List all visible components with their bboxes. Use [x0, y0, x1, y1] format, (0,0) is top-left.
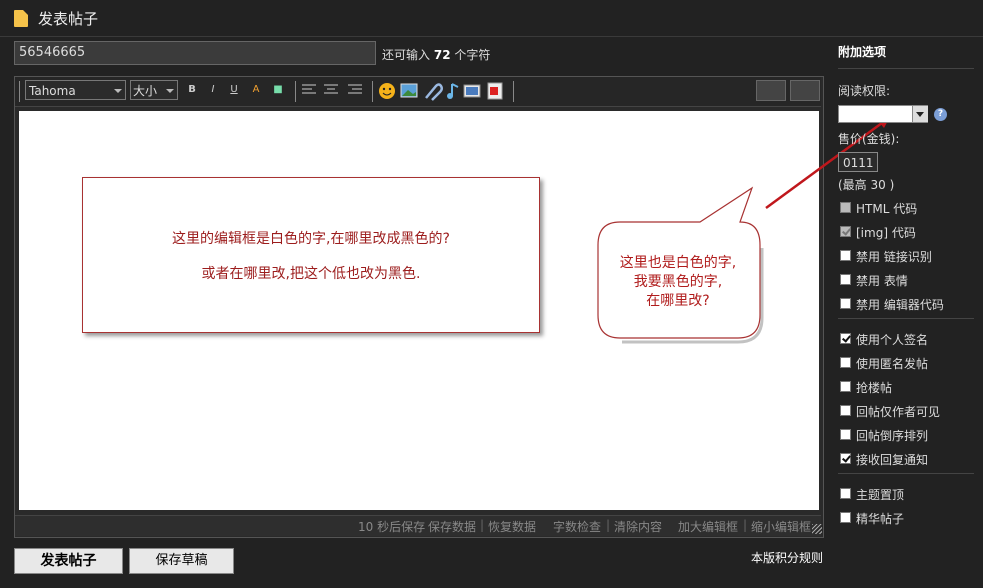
- option-label: 精华帖子: [856, 512, 905, 526]
- char-count-hint: 还可输入 72 个字符: [382, 46, 490, 63]
- option-checkbox[interactable]: [840, 298, 851, 309]
- option-checkbox[interactable]: [840, 250, 851, 261]
- font-color-button[interactable]: A: [248, 82, 264, 98]
- enlarge-editor-link[interactable]: 加大编辑框: [678, 518, 738, 535]
- sidebar-divider: [838, 318, 974, 319]
- flash-icon: [487, 82, 503, 100]
- document-icon: [14, 10, 28, 27]
- char-hint-prefix: 还可输入: [382, 48, 431, 62]
- align-center-icon: [324, 84, 338, 94]
- align-right-icon: [348, 84, 362, 94]
- word-count-link[interactable]: 字数检查: [553, 518, 601, 535]
- option-label: 使用个人签名: [856, 333, 929, 347]
- speech-bubble-line: 在哪里改?: [646, 293, 710, 309]
- option-checkbox[interactable]: [840, 453, 851, 464]
- price-input[interactable]: 0111: [838, 152, 878, 172]
- option-label: HTML 代码: [856, 202, 918, 216]
- status-separator: |: [743, 518, 748, 532]
- font-size-select[interactable]: 大小: [130, 80, 178, 100]
- autosave-timer: 10 秒后保存: [358, 520, 426, 534]
- option-checkbox[interactable]: [840, 274, 851, 285]
- annotation-note-line: 这里的编辑框是白色的字,在哪里改成黑色的?: [172, 231, 450, 247]
- option-label: 回帖仅作者可见: [856, 405, 941, 419]
- price-max-hint: (最高 30 ): [838, 178, 895, 192]
- resize-handle-icon[interactable]: [812, 524, 822, 534]
- music-icon: [447, 83, 459, 99]
- font-family-value: Tahoma: [29, 84, 76, 98]
- option-checkbox[interactable]: [840, 333, 851, 344]
- subject-input[interactable]: 56546665: [14, 41, 376, 65]
- restore-data-link[interactable]: 恢复数据: [488, 518, 536, 535]
- image-icon: [400, 83, 418, 98]
- video-icon: [463, 84, 481, 98]
- header-bar: [0, 0, 983, 37]
- toolbar-separator: [295, 81, 296, 102]
- font-family-select[interactable]: Tahoma: [25, 80, 126, 100]
- speech-bubble-line: 我要黑色的字,: [633, 274, 723, 290]
- toolbar-fullscreen-button[interactable]: [790, 80, 820, 101]
- option-label: 主题置顶: [856, 488, 905, 502]
- option-label: 回帖倒序排列: [856, 429, 929, 443]
- toolbar-mode-button[interactable]: [756, 80, 786, 101]
- shrink-editor-link[interactable]: 缩小编辑框: [751, 518, 811, 535]
- option-checkbox[interactable]: [840, 405, 851, 416]
- option-label: 禁用 编辑器代码: [856, 298, 944, 312]
- chevron-down-icon: [114, 89, 122, 93]
- price-label: 售价(金钱):: [838, 132, 900, 146]
- sidebar-title: 附加选项: [838, 45, 887, 59]
- char-hint-suffix: 个字符: [454, 48, 491, 62]
- italic-button[interactable]: I: [205, 82, 221, 98]
- chevron-down-icon[interactable]: [912, 106, 928, 122]
- font-size-value: 大小: [133, 84, 158, 98]
- status-separator: |: [606, 518, 611, 532]
- underline-button[interactable]: U: [226, 82, 242, 98]
- toolbar-separator: [19, 81, 20, 102]
- toolbar-separator: [372, 81, 373, 102]
- submit-post-button[interactable]: 发表帖子: [14, 548, 123, 574]
- read-permission-label: 阅读权限:: [838, 84, 891, 98]
- save-data-link[interactable]: 保存数据: [428, 518, 476, 535]
- option-label: 使用匿名发帖: [856, 357, 929, 371]
- annotation-note: 这里的编辑框是白色的字,在哪里改成黑色的? 或者在哪里改,把这个低也改为黑色.: [82, 177, 540, 333]
- clear-content-link[interactable]: 清除内容: [614, 518, 662, 535]
- chevron-down-icon: [166, 89, 174, 93]
- bold-button[interactable]: B: [184, 82, 200, 98]
- sidebar-divider: [838, 68, 974, 69]
- smiley-icon: [379, 83, 395, 99]
- page-title: 发表帖子: [38, 10, 99, 28]
- speech-bubble-line: 这里也是白色的字,: [619, 255, 737, 271]
- save-draft-button[interactable]: 保存草稿: [129, 548, 234, 574]
- annotation-note-line: 或者在哪里改,把这个低也改为黑色.: [201, 266, 421, 282]
- option-checkbox[interactable]: [840, 381, 851, 392]
- background-color-button[interactable]: ■: [270, 82, 286, 98]
- align-left-icon: [302, 84, 316, 94]
- help-icon[interactable]: ?: [934, 108, 947, 121]
- status-separator: |: [480, 518, 485, 532]
- sidebar-divider: [838, 473, 974, 474]
- board-rules-link[interactable]: 本版积分规则: [751, 549, 823, 566]
- option-label: [img] 代码: [856, 226, 916, 240]
- align-buttons[interactable]: [300, 81, 368, 99]
- option-checkbox[interactable]: [840, 512, 851, 523]
- option-label: 禁用 链接识别: [856, 250, 932, 264]
- option-checkbox: [840, 202, 851, 213]
- option-label: 禁用 表情: [856, 274, 908, 288]
- option-checkbox[interactable]: [840, 429, 851, 440]
- option-checkbox: [840, 226, 851, 237]
- option-label: 接收回复通知: [856, 453, 929, 467]
- option-checkbox[interactable]: [840, 357, 851, 368]
- attachment-icon: [425, 83, 444, 101]
- option-checkbox[interactable]: [840, 488, 851, 499]
- insert-buttons[interactable]: [378, 80, 508, 102]
- option-label: 抢楼帖: [856, 381, 893, 395]
- toolbar-separator: [513, 81, 514, 102]
- char-hint-count: 72: [433, 48, 451, 62]
